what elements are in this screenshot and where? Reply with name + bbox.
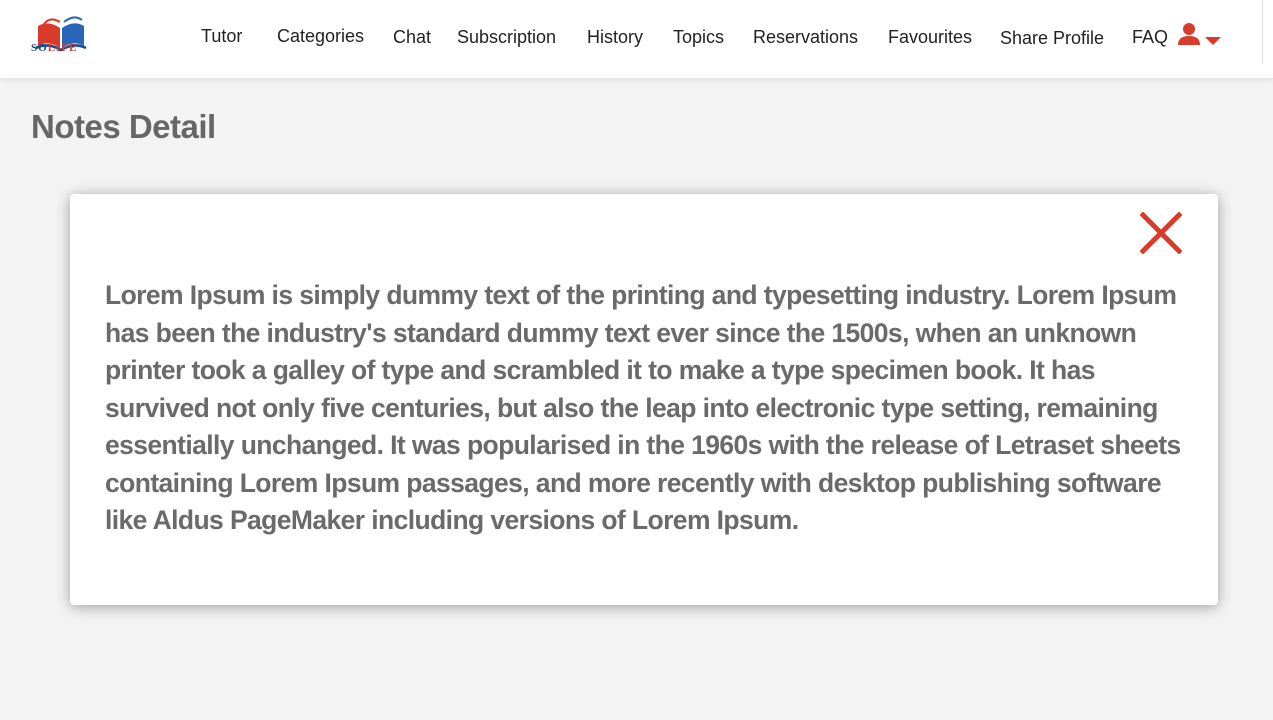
logo-wordmark: SOLIFE — [31, 42, 77, 54]
close-button[interactable] — [1139, 211, 1183, 255]
nav-item-tutor[interactable]: Tutor — [201, 26, 242, 47]
nav-item-history[interactable]: History — [587, 27, 643, 48]
logo-wordmark-life: LIFE — [47, 42, 78, 54]
note-detail-card: Lorem Ipsum is simply dummy text of the … — [70, 194, 1218, 605]
nav-item-favourites[interactable]: Favourites — [888, 27, 972, 48]
close-icon — [1139, 211, 1183, 255]
nav-item-reservations[interactable]: Reservations — [753, 27, 858, 48]
logo-wordmark-so: SO — [31, 42, 48, 54]
nav-item-share-profile[interactable]: Share Profile — [1000, 28, 1104, 49]
nav-item-topics[interactable]: Topics — [673, 27, 724, 48]
user-menu[interactable] — [1177, 22, 1225, 48]
navbar-divider — [1262, 0, 1263, 64]
top-navbar: SOLIFE Tutor Categories Chat Subscriptio… — [0, 0, 1273, 79]
note-body: Lorem Ipsum is simply dummy text of the … — [105, 280, 1181, 535]
nav-item-categories[interactable]: Categories — [277, 26, 364, 47]
nav-item-chat[interactable]: Chat — [393, 27, 431, 48]
caret-down-icon — [1205, 37, 1221, 45]
nav-item-faq[interactable]: FAQ — [1132, 27, 1168, 48]
nav-item-subscription[interactable]: Subscription — [457, 27, 556, 48]
page-title: Notes Detail — [31, 108, 216, 145]
